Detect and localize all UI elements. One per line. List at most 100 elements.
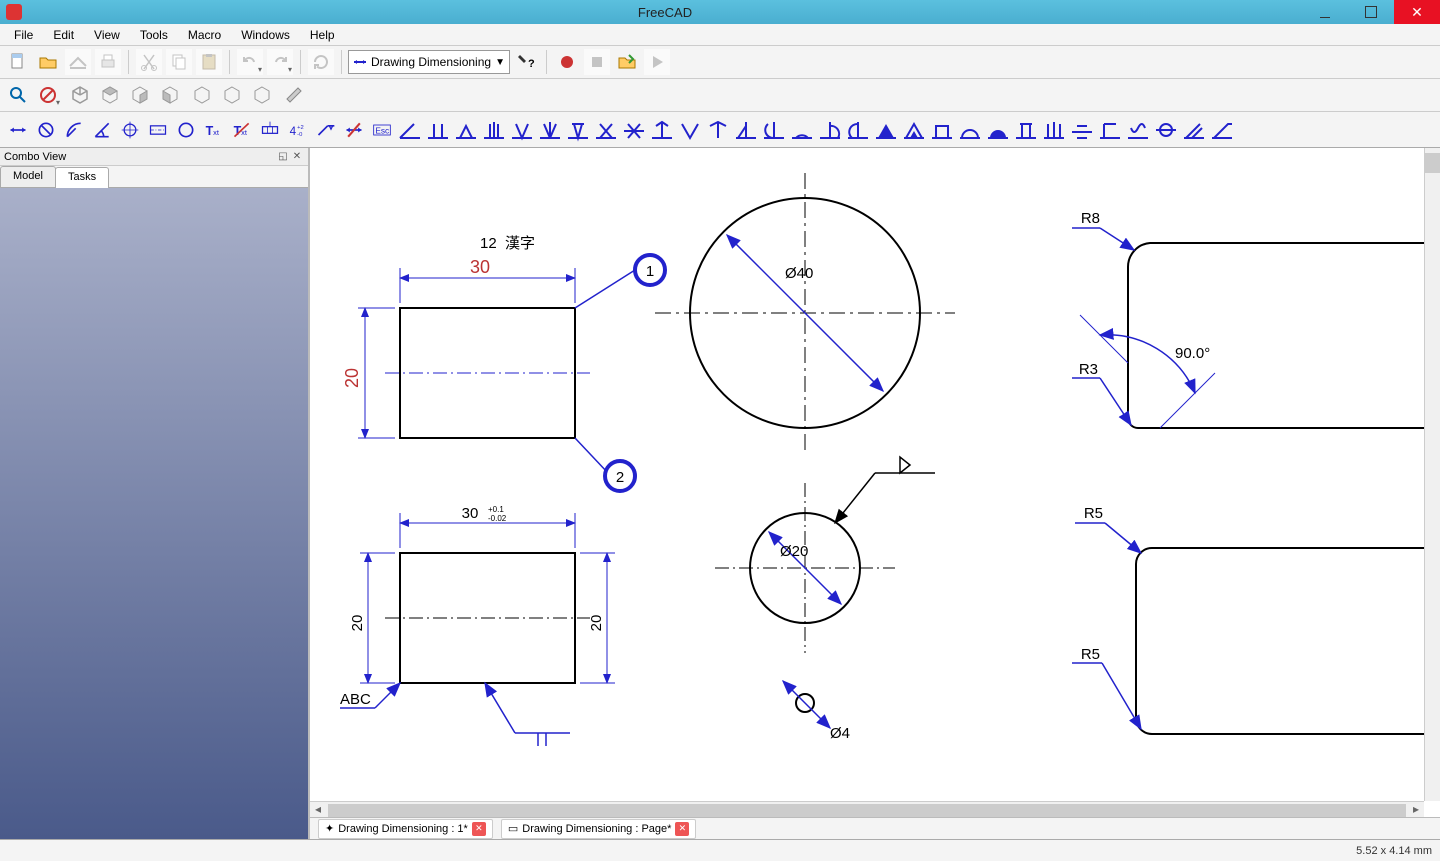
doc-tab-1[interactable]: ✦ Drawing Dimensioning : 1* ✕ bbox=[318, 819, 493, 839]
weld-icon-5[interactable] bbox=[508, 116, 536, 144]
radius-dim-button[interactable] bbox=[60, 116, 88, 144]
redo-button[interactable] bbox=[266, 48, 294, 76]
tab-model[interactable]: Model bbox=[0, 166, 56, 187]
view-iso-button[interactable] bbox=[66, 81, 94, 109]
delete-dim-button[interactable] bbox=[340, 116, 368, 144]
undo-button[interactable] bbox=[236, 48, 264, 76]
weld-icon-13[interactable] bbox=[732, 116, 760, 144]
save-button[interactable] bbox=[64, 48, 92, 76]
whats-this-button[interactable]: ? bbox=[512, 48, 540, 76]
weld-icon-4[interactable] bbox=[480, 116, 508, 144]
view-top-button[interactable] bbox=[126, 81, 154, 109]
menu-windows[interactable]: Windows bbox=[231, 25, 300, 45]
weld-icon-1[interactable] bbox=[396, 116, 424, 144]
text-strike-button[interactable]: Txt bbox=[228, 116, 256, 144]
weld-icon-11[interactable] bbox=[676, 116, 704, 144]
window-maximize-button[interactable] bbox=[1348, 0, 1394, 24]
weld-icon-26[interactable] bbox=[1096, 116, 1124, 144]
doc-tab-2[interactable]: ▭ Drawing Dimensioning : Page* ✕ bbox=[501, 819, 697, 839]
weld-icon-6[interactable] bbox=[536, 116, 564, 144]
vertical-scrollbar[interactable] bbox=[1424, 148, 1440, 801]
freecad-icon: ✦ bbox=[325, 822, 334, 835]
combo-view-panel: Combo View ◱ ✕ Model Tasks bbox=[0, 148, 310, 839]
macro-play-button[interactable] bbox=[643, 48, 671, 76]
drawing-canvas[interactable]: 30 20 12 漢字 1 2 bbox=[310, 148, 1440, 839]
note-circle-button[interactable] bbox=[172, 116, 200, 144]
center-mark-button[interactable] bbox=[116, 116, 144, 144]
weld-symbol-button[interactable] bbox=[312, 116, 340, 144]
measure-button[interactable] bbox=[280, 81, 308, 109]
window-minimize-button[interactable] bbox=[1302, 0, 1348, 24]
centerline-button[interactable] bbox=[144, 116, 172, 144]
new-file-button[interactable] bbox=[4, 48, 32, 76]
menu-edit[interactable]: Edit bbox=[43, 25, 84, 45]
paste-button[interactable] bbox=[195, 48, 223, 76]
angular-dim-button[interactable] bbox=[88, 116, 116, 144]
doc-tab-2-close[interactable]: ✕ bbox=[675, 822, 689, 836]
copy-button[interactable] bbox=[165, 48, 193, 76]
macro-record-button[interactable] bbox=[553, 48, 581, 76]
macro-stop-button[interactable] bbox=[583, 48, 611, 76]
weld-icon-8[interactable] bbox=[592, 116, 620, 144]
tolerance-frame-button[interactable] bbox=[256, 116, 284, 144]
cut-button[interactable] bbox=[135, 48, 163, 76]
weld-icon-25[interactable] bbox=[1068, 116, 1096, 144]
weld-icon-21[interactable] bbox=[956, 116, 984, 144]
tolerance-text-button[interactable]: 4+2-0 bbox=[284, 116, 312, 144]
menu-file[interactable]: File bbox=[4, 25, 43, 45]
view-right-button[interactable] bbox=[156, 81, 184, 109]
angle-90: 90.0° bbox=[1175, 345, 1210, 362]
weld-icon-30[interactable] bbox=[1208, 116, 1236, 144]
panel-close-button[interactable]: ✕ bbox=[290, 151, 304, 162]
weld-icon-27[interactable] bbox=[1124, 116, 1152, 144]
workbench-selector[interactable]: Drawing Dimensioning ▼ bbox=[348, 50, 510, 74]
menu-view[interactable]: View bbox=[84, 25, 130, 45]
window-close-button[interactable]: ✕ bbox=[1394, 0, 1440, 24]
weld-icon-3[interactable] bbox=[452, 116, 480, 144]
tol-upper: +0.1 bbox=[488, 505, 504, 514]
weld-icon-23[interactable] bbox=[1012, 116, 1040, 144]
menu-macro[interactable]: Macro bbox=[178, 25, 231, 45]
print-button[interactable] bbox=[94, 48, 122, 76]
refresh-button[interactable] bbox=[307, 48, 335, 76]
weld-icon-9[interactable] bbox=[620, 116, 648, 144]
escape-button[interactable]: Esc bbox=[368, 116, 396, 144]
view-rear-button[interactable] bbox=[188, 81, 216, 109]
menu-help[interactable]: Help bbox=[300, 25, 345, 45]
view-toggle-button[interactable] bbox=[34, 81, 62, 109]
weld-icon-16[interactable] bbox=[816, 116, 844, 144]
doc-tab-2-label: Drawing Dimensioning : Page* bbox=[522, 823, 671, 835]
weld-icon-22[interactable] bbox=[984, 116, 1012, 144]
drawing-svg: 30 20 12 漢字 1 2 bbox=[310, 148, 1430, 788]
open-file-button[interactable] bbox=[34, 48, 62, 76]
horizontal-scrollbar[interactable]: ◂ ▸ bbox=[310, 801, 1424, 817]
weld-icon-20[interactable] bbox=[928, 116, 956, 144]
weld-icon-15[interactable] bbox=[788, 116, 816, 144]
weld-icon-18[interactable] bbox=[872, 116, 900, 144]
weld-icon-28[interactable] bbox=[1152, 116, 1180, 144]
macro-open-button[interactable] bbox=[613, 48, 641, 76]
view-front-button[interactable] bbox=[96, 81, 124, 109]
workbench-selector-label: Drawing Dimensioning bbox=[371, 55, 491, 69]
r3-text: R3 bbox=[1079, 361, 1098, 378]
weld-icon-24[interactable] bbox=[1040, 116, 1068, 144]
weld-icon-12[interactable] bbox=[704, 116, 732, 144]
zoom-fit-button[interactable] bbox=[4, 81, 32, 109]
menu-tools[interactable]: Tools bbox=[130, 25, 178, 45]
weld-icon-17[interactable] bbox=[844, 116, 872, 144]
circular-dim-button[interactable] bbox=[32, 116, 60, 144]
weld-icon-19[interactable] bbox=[900, 116, 928, 144]
panel-undock-button[interactable]: ◱ bbox=[276, 151, 290, 162]
dropdown-icon: ▼ bbox=[495, 57, 505, 68]
weld-icon-14[interactable] bbox=[760, 116, 788, 144]
view-left-button[interactable] bbox=[248, 81, 276, 109]
view-bottom-button[interactable] bbox=[218, 81, 246, 109]
linear-dim-button[interactable] bbox=[4, 116, 32, 144]
tab-tasks[interactable]: Tasks bbox=[55, 167, 109, 188]
weld-icon-10[interactable] bbox=[648, 116, 676, 144]
text-button[interactable]: Txt bbox=[200, 116, 228, 144]
weld-icon-7[interactable] bbox=[564, 116, 592, 144]
weld-icon-2[interactable] bbox=[424, 116, 452, 144]
doc-tab-1-close[interactable]: ✕ bbox=[472, 822, 486, 836]
weld-icon-29[interactable] bbox=[1180, 116, 1208, 144]
